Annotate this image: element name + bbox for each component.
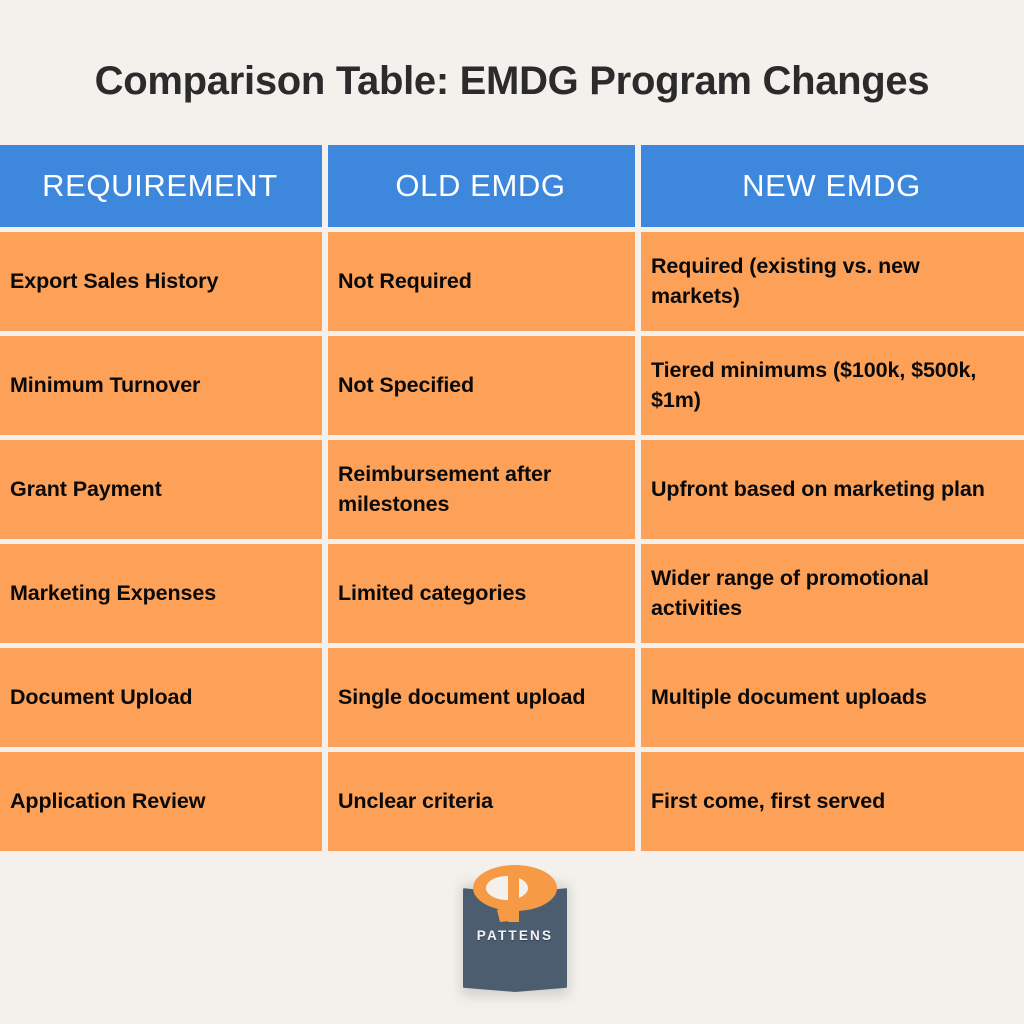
table-cell-old-emdg: Not Specified [328, 336, 635, 435]
table-cell-old-emdg: Not Required [328, 232, 635, 331]
cell-text: Reimbursement after milestones [338, 462, 552, 516]
table-row: Document Upload Single document upload M… [0, 648, 1024, 747]
table-cell-requirement: Export Sales History [0, 232, 322, 331]
cell-text: Tiered minimums ($100k, $500k, $1m) [651, 358, 977, 412]
table-header-cell-new-emdg: NEW EMDG [641, 145, 1024, 227]
cell-text: Document Upload [10, 684, 193, 709]
cell-text: Limited categories [338, 580, 527, 605]
comparison-table: REQUIREMENT OLD EMDG NEW EMDG Export Sal… [0, 145, 1024, 851]
table-cell-requirement: Document Upload [0, 648, 322, 747]
table-cell-new-emdg: First come, first served [641, 752, 1024, 851]
table-cell-requirement: Minimum Turnover [0, 336, 322, 435]
table-cell-old-emdg: Reimbursement after milestones [328, 440, 635, 539]
table-cell-new-emdg: Required (existing vs. new markets) [641, 232, 1024, 331]
table-header-cell-requirement: REQUIREMENT [0, 145, 322, 227]
table-cell-old-emdg: Single document upload [328, 648, 635, 747]
page-title: Comparison Table: EMDG Program Changes [94, 59, 930, 103]
table-cell-requirement: Grant Payment [0, 440, 322, 539]
table-row: Export Sales History Not Required Requir… [0, 232, 1024, 331]
infographic-page: Comparison Table: EMDG Program Changes R… [0, 0, 1024, 1024]
cell-text: Grant Payment [10, 476, 162, 501]
table-row: Minimum Turnover Not Specified Tiered mi… [0, 336, 1024, 435]
table-cell-new-emdg: Upfront based on marketing plan [641, 440, 1024, 539]
cell-text: Export Sales History [10, 268, 219, 293]
table-cell-new-emdg: Multiple document uploads [641, 648, 1024, 747]
table-cell-old-emdg: Limited categories [328, 544, 635, 643]
brand-logo: PATTENS [455, 862, 575, 1002]
table-row: Marketing Expenses Limited categories Wi… [0, 544, 1024, 643]
cell-text: Not Specified [338, 372, 475, 397]
table-header-label: REQUIREMENT [42, 167, 278, 203]
cell-text: Application Review [10, 788, 206, 813]
cell-text: Multiple document uploads [651, 684, 927, 709]
table-header-row: REQUIREMENT OLD EMDG NEW EMDG [0, 145, 1024, 227]
table-cell-new-emdg: Tiered minimums ($100k, $500k, $1m) [641, 336, 1024, 435]
cell-text: First come, first served [651, 788, 886, 813]
table-cell-requirement: Marketing Expenses [0, 544, 322, 643]
cell-text: Minimum Turnover [10, 372, 201, 397]
cell-text: Single document upload [338, 684, 586, 709]
table-header-label: NEW EMDG [742, 167, 921, 203]
table-header-cell-old-emdg: OLD EMDG [328, 145, 635, 227]
table-row: Application Review Unclear criteria Firs… [0, 752, 1024, 851]
table-cell-old-emdg: Unclear criteria [328, 752, 635, 851]
cell-text: Required (existing vs. new markets) [651, 254, 920, 308]
table-cell-requirement: Application Review [0, 752, 322, 851]
logo-wordmark: PATTENS [476, 928, 554, 943]
cell-text: Wider range of promotional activities [651, 566, 929, 620]
cell-text: Unclear criteria [338, 788, 493, 813]
table-row: Grant Payment Reimbursement after milest… [0, 440, 1024, 539]
table-cell-new-emdg: Wider range of promotional activities [641, 544, 1024, 643]
pattens-phi-icon [467, 862, 563, 928]
table-header-label: OLD EMDG [395, 167, 566, 203]
cell-text: Marketing Expenses [10, 580, 217, 605]
cell-text: Not Required [338, 268, 472, 293]
cell-text: Upfront based on marketing plan [651, 476, 985, 501]
